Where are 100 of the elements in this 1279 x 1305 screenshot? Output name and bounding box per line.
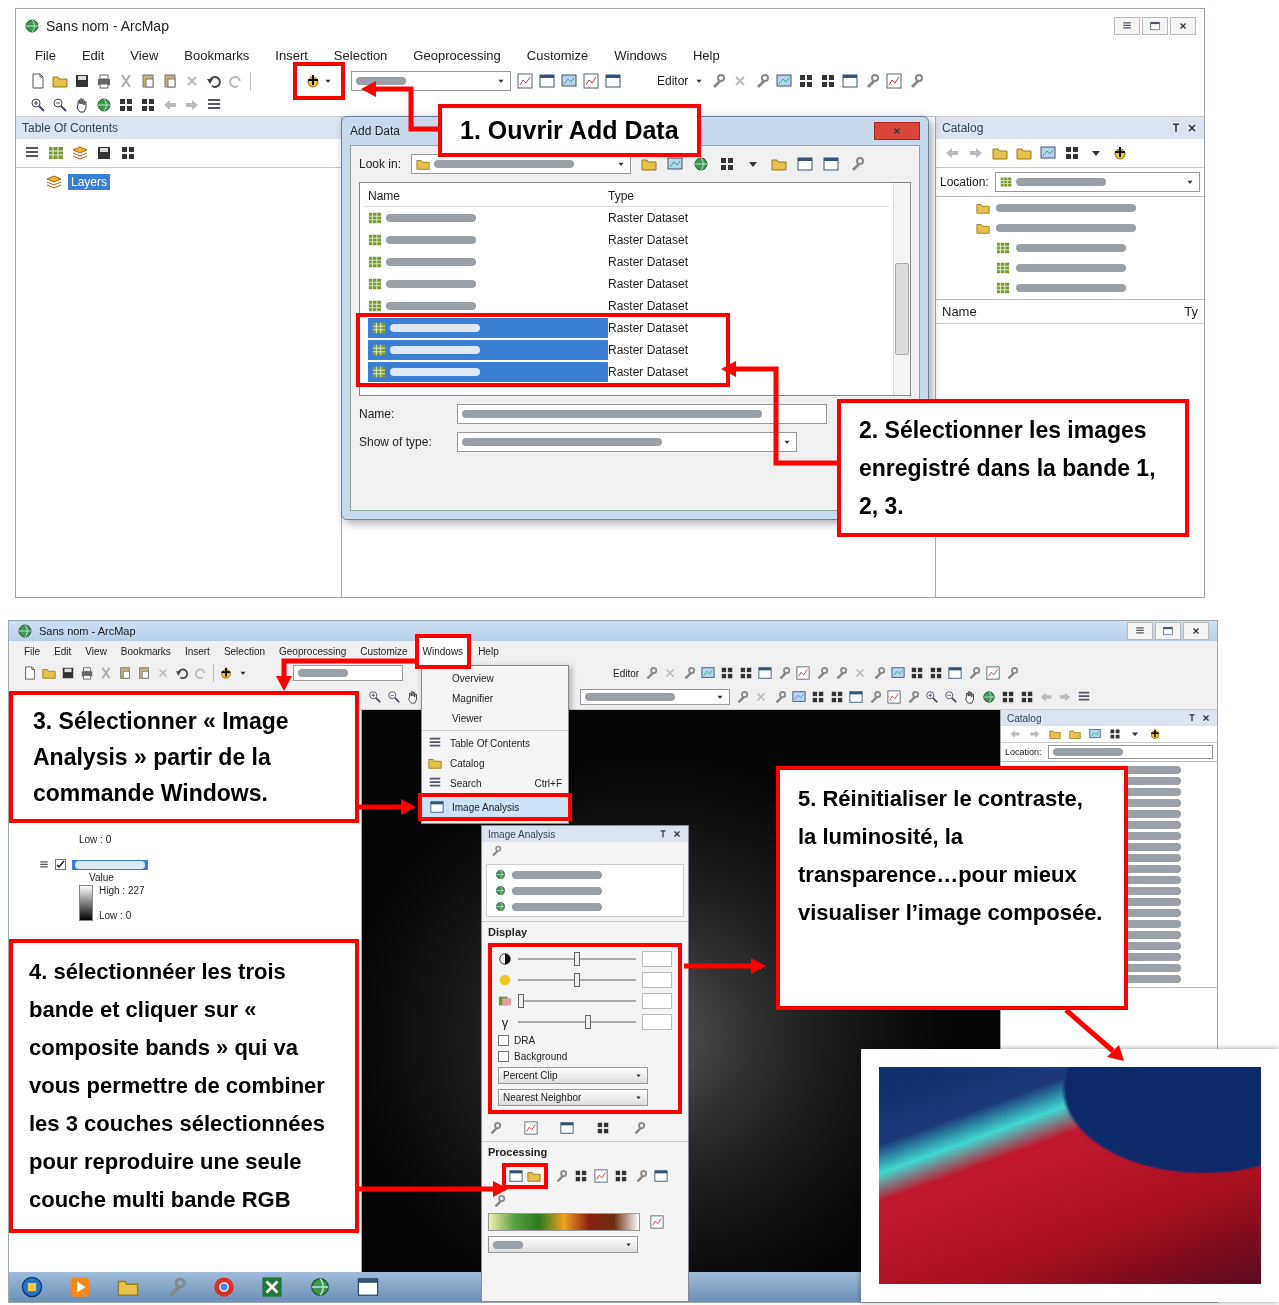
close-icon[interactable]: [1191, 626, 1201, 636]
zoom-in-icon[interactable]: [925, 690, 939, 704]
menu-item[interactable]: Bookmarks: [117, 644, 174, 658]
pan-icon[interactable]: [74, 97, 90, 113]
window-icon[interactable]: [560, 1121, 574, 1135]
menu-item[interactable]: Image Analysis: [418, 793, 572, 821]
folder-icon[interactable]: [52, 73, 68, 89]
grid-icon[interactable]: [596, 1121, 610, 1135]
close-icon[interactable]: [1178, 21, 1188, 31]
menu-item[interactable]: Help: [689, 47, 723, 64]
menu-item[interactable]: Viewer: [422, 708, 568, 728]
globe-icon[interactable]: [982, 690, 996, 704]
window-icon[interactable]: [758, 666, 773, 680]
chart-icon[interactable]: [517, 73, 533, 89]
wrench-icon[interactable]: [632, 1121, 646, 1135]
wrench-icon[interactable]: [773, 690, 787, 704]
menu-item[interactable]: Bookmarks: [181, 47, 253, 64]
wrench-icon[interactable]: [488, 1121, 502, 1135]
pin-icon[interactable]: [1170, 122, 1182, 134]
scissors-icon[interactable]: [118, 73, 134, 89]
chart-icon[interactable]: [583, 73, 599, 89]
zoom-out-icon[interactable]: [387, 690, 401, 704]
raster-icon[interactable]: [372, 343, 386, 357]
grid-icon[interactable]: [120, 145, 136, 161]
minimize-button[interactable]: [1127, 622, 1153, 640]
caret-icon[interactable]: [634, 1071, 643, 1080]
value-field[interactable]: [642, 993, 672, 1009]
globe-icon[interactable]: [693, 156, 710, 172]
file-row[interactable]: Raster Dataset: [364, 229, 889, 251]
folder-icon[interactable]: [992, 145, 1008, 161]
menu-item[interactable]: File: [21, 644, 44, 658]
menu-item[interactable]: Edit: [78, 47, 108, 64]
location-field[interactable]: [1047, 745, 1213, 759]
wrench-icon[interactable]: [492, 1194, 506, 1208]
window-icon[interactable]: [797, 156, 814, 172]
list-icon[interactable]: [428, 776, 442, 790]
grid-icon[interactable]: [140, 97, 156, 113]
wrench-icon[interactable]: [815, 666, 830, 680]
map-icon[interactable]: [561, 73, 577, 89]
layer-item[interactable]: [72, 859, 148, 870]
grid-icon[interactable]: [574, 1169, 588, 1183]
file-row[interactable]: Raster Dataset: [364, 339, 889, 361]
zoom-in-icon[interactable]: [368, 690, 382, 704]
wrench-icon[interactable]: [872, 666, 887, 680]
editor-menu[interactable]: Editor: [613, 667, 640, 679]
value-field[interactable]: [642, 972, 672, 988]
file-row[interactable]: Raster Dataset: [364, 207, 889, 229]
wrench-icon[interactable]: [682, 666, 697, 680]
list-icon[interactable]: [1122, 21, 1132, 31]
window-icon[interactable]: [1163, 626, 1173, 636]
slider-thumb[interactable]: [585, 1015, 592, 1029]
value-field[interactable]: [642, 1014, 672, 1030]
save-icon[interactable]: [74, 73, 90, 89]
raster-icon[interactable]: [372, 365, 386, 379]
globe-icon[interactable]: [96, 97, 112, 113]
clipboard-icon[interactable]: [137, 666, 151, 680]
printer-icon[interactable]: [96, 73, 112, 89]
globe-icon[interactable]: [495, 869, 506, 880]
map-icon[interactable]: [776, 73, 793, 89]
contrast-icon[interactable]: [498, 952, 512, 966]
folder-icon[interactable]: [42, 666, 56, 680]
globe-icon[interactable]: [24, 18, 40, 34]
chart-icon[interactable]: [594, 1169, 608, 1183]
file-row[interactable]: Raster Dataset: [364, 361, 889, 383]
chart-icon[interactable]: [886, 73, 903, 89]
menu-item[interactable]: View: [127, 47, 162, 64]
chart-icon[interactable]: [796, 666, 811, 680]
menu-item[interactable]: Magnifier: [422, 688, 568, 708]
scrollbar[interactable]: [893, 183, 910, 395]
dropdown[interactable]: Nearest Neighbor: [498, 1089, 648, 1106]
grid-icon[interactable]: [830, 690, 844, 704]
add-data-icon[interactable]: [1112, 145, 1128, 161]
color-ramp[interactable]: [488, 1213, 640, 1231]
grid-icon[interactable]: [929, 666, 944, 680]
raster-icon[interactable]: [368, 255, 382, 269]
chart-icon[interactable]: [887, 690, 901, 704]
list-icon[interactable]: [39, 859, 49, 870]
raster-icon[interactable]: [48, 145, 64, 161]
wrench-icon[interactable]: [868, 690, 882, 704]
folder-icon[interactable]: [771, 156, 788, 172]
globe-icon[interactable]: [495, 901, 506, 912]
column-header[interactable]: Name: [942, 304, 977, 319]
pin-icon[interactable]: [1187, 713, 1197, 723]
menu-item[interactable]: Windows: [414, 633, 472, 669]
menu-item[interactable]: Edit: [51, 644, 75, 658]
grid-icon[interactable]: [910, 666, 925, 680]
add-data-icon[interactable]: [305, 73, 321, 89]
folder-icon[interactable]: [428, 756, 442, 770]
raster-icon[interactable]: [368, 299, 382, 313]
checkbox[interactable]: [498, 1035, 509, 1046]
globe-icon[interactable]: [495, 885, 506, 896]
undo-icon[interactable]: [175, 666, 189, 680]
grid-icon[interactable]: [719, 156, 736, 172]
raster-icon[interactable]: [996, 281, 1010, 295]
add-data-icon[interactable]: [1149, 728, 1161, 740]
pan-icon[interactable]: [963, 690, 977, 704]
media-player-icon[interactable]: [69, 1276, 91, 1298]
folder-icon[interactable]: [976, 221, 990, 235]
spreadsheet-icon[interactable]: [261, 1276, 283, 1298]
menu-item[interactable]: Geoprocessing: [410, 47, 504, 64]
